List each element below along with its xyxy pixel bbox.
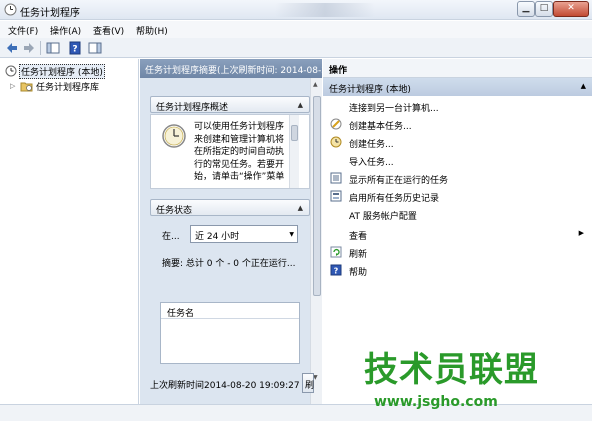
overview-title: 任务计划程序概述 — [156, 103, 229, 113]
running-tasks-icon — [330, 172, 342, 184]
create-basic-task-icon — [330, 118, 342, 130]
title-bar: 任务计划程序 ▁ □ ✕ — [0, 0, 592, 20]
collapse-caret-icon[interactable]: ▲ — [298, 204, 303, 212]
scrollbar-thumb[interactable] — [291, 125, 298, 141]
toolbar: ? — [0, 38, 592, 58]
menu-bar: 文件(F) 操作(A) 查看(V) 帮助(H) — [0, 21, 592, 38]
overview-text: 可以使用任务计划程序来创建和管理计算机将在所指定的时间自动执行的常见任务。若要开… — [194, 122, 285, 181]
close-button[interactable]: ✕ — [553, 1, 589, 17]
watermark-url: www.jsgho.com — [374, 394, 498, 410]
blurred-title-area — [275, 3, 375, 17]
clock-icon — [5, 65, 17, 77]
period-selected-value: 近 24 小时 — [195, 232, 240, 242]
scrollbar-thumb[interactable] — [313, 96, 321, 296]
summary-text: 摘要: 总计 0 个 - 0 个正在运行... — [162, 259, 296, 269]
actions-group-header[interactable]: 任务计划程序 (本地) ▲ — [323, 78, 592, 96]
action-label: 刷新 — [349, 250, 368, 260]
tree-item-label: 任务计划程序库 — [36, 83, 100, 93]
action-label: 查看 — [349, 232, 368, 242]
submenu-arrow-icon: ▶ — [578, 229, 584, 237]
tree-item-label: 任务计划程序 (本地) — [19, 64, 105, 79]
forward-arrow-icon[interactable] — [22, 41, 36, 55]
action-connect-computer[interactable]: 连接到另一台计算机... — [323, 97, 592, 115]
show-hide-tree-icon[interactable] — [46, 41, 60, 55]
show-hide-action-pane-icon[interactable] — [88, 41, 102, 55]
overview-section-body: 可以使用任务计划程序来创建和管理计算机将在所指定的时间自动执行的常见任务。若要开… — [150, 114, 310, 189]
menu-view[interactable]: 查看(V) — [93, 24, 124, 37]
folder-icon — [20, 82, 33, 92]
actions-header: 操作 — [323, 59, 592, 78]
collapse-caret-icon[interactable]: ▲ — [298, 101, 303, 109]
menu-help[interactable]: 帮助(H) — [136, 24, 168, 37]
summary-pane: 任务计划程序摘要(上次刷新时间: 2014-08-20 19:09:27) 任务… — [140, 59, 322, 421]
last-refresh-time: 上次刷新时间2014-08-20 19:09:27 — [150, 381, 300, 391]
watermark-title: 技术员联盟 — [364, 350, 539, 390]
back-arrow-icon[interactable] — [5, 41, 19, 55]
action-refresh[interactable]: 刷新 — [323, 243, 592, 261]
help-icon: ? — [330, 264, 342, 276]
refresh-icon — [330, 246, 342, 258]
expand-arrow-icon[interactable]: ▷ — [10, 82, 15, 90]
site-watermark: 技术员联盟 www.jsgho.com — [356, 342, 556, 417]
maximize-button[interactable]: □ — [535, 1, 553, 17]
svg-text:?: ? — [72, 45, 77, 55]
collapse-caret-icon[interactable]: ▲ — [581, 82, 586, 90]
menu-file[interactable]: 文件(F) — [8, 24, 38, 37]
actions-group-title: 任务计划程序 (本地) — [329, 85, 411, 95]
task-scheduler-app-icon — [4, 3, 17, 16]
toolbar-separator — [40, 41, 41, 55]
action-view[interactable]: 查看 ▶ — [323, 225, 592, 243]
summary-header: 任务计划程序摘要(上次刷新时间: 2014-08-20 19:09:27) — [140, 59, 322, 78]
action-label: 帮助 — [349, 268, 368, 278]
action-label: 导入任务... — [349, 158, 394, 168]
window-title: 任务计划程序 — [20, 8, 80, 19]
action-help[interactable]: ? 帮助 — [323, 261, 592, 279]
scroll-up-arrow-icon[interactable]: ▲ — [313, 81, 318, 88]
create-task-icon — [330, 136, 342, 148]
history-icon — [330, 190, 342, 202]
summary-scrollbar[interactable]: ▲ ▼ — [310, 78, 322, 421]
action-label: 启用所有任务历史记录 — [349, 194, 440, 204]
navigation-tree: 任务计划程序 (本地) ▷ 任务计划程序库 — [0, 59, 139, 404]
action-label: 创建任务... — [349, 140, 394, 150]
action-enable-history[interactable]: 启用所有任务历史记录 — [323, 187, 592, 205]
action-at-service-account[interactable]: AT 服务帐户配置 — [323, 205, 592, 223]
action-label: 创建基本任务... — [349, 122, 412, 132]
action-create-basic-task[interactable]: 创建基本任务... — [323, 115, 592, 133]
action-create-task[interactable]: 创建任务... — [323, 133, 592, 151]
action-import-task[interactable]: 导入任务... — [323, 151, 592, 169]
task-status-title: 任务状态 — [156, 206, 193, 216]
action-label: 显示所有正在运行的任务 — [349, 176, 449, 186]
action-label: 连接到另一台计算机... — [349, 104, 439, 114]
minimize-button[interactable]: ▁ — [517, 1, 535, 17]
tree-item-task-library[interactable]: ▷ 任务计划程序库 — [0, 79, 138, 93]
action-show-running-tasks[interactable]: 显示所有正在运行的任务 — [323, 169, 592, 187]
help-book-icon[interactable]: ? — [68, 41, 82, 55]
overview-section-header[interactable]: 任务计划程序概述 ▲ — [150, 96, 310, 113]
column-header-task-name[interactable]: 任务名 — [161, 303, 299, 319]
action-label: AT 服务帐户配置 — [349, 212, 417, 222]
chevron-down-icon: ▼ — [289, 231, 294, 238]
tree-item-scheduler-local[interactable]: 任务计划程序 (本地) — [0, 64, 138, 79]
period-select[interactable]: 近 24 小时 ▼ — [190, 225, 298, 243]
refresh-button[interactable]: 刷 — [302, 373, 314, 393]
overview-scrollbar[interactable] — [289, 115, 299, 188]
period-label: 在... — [162, 232, 180, 242]
task-status-section-header[interactable]: 任务状态 ▲ — [150, 199, 310, 216]
svg-text:?: ? — [334, 267, 339, 276]
task-name-table: 任务名 — [160, 302, 300, 364]
menu-action[interactable]: 操作(A) — [50, 24, 81, 37]
clock-icon — [162, 124, 186, 148]
